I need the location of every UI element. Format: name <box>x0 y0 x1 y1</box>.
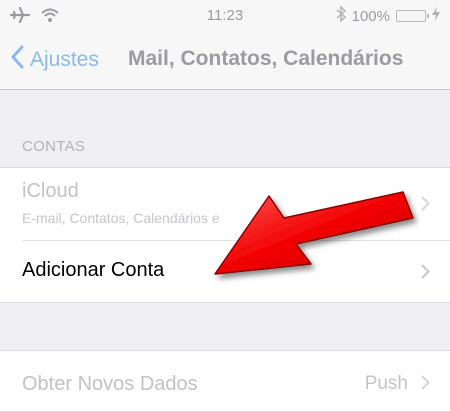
red-arrow-annotation <box>214 191 414 275</box>
